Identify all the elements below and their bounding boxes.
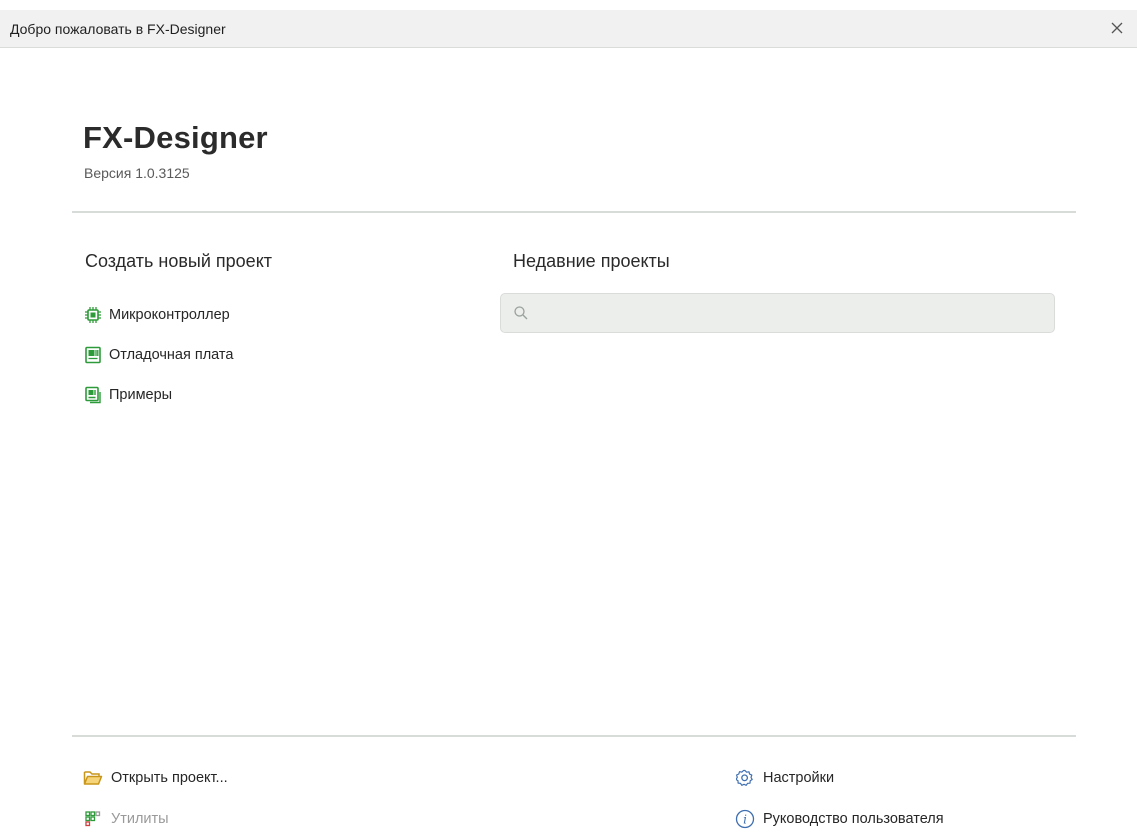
close-icon [1111,22,1123,34]
open-project-label: Открыть проект... [111,770,228,786]
window-title: Добро пожаловать в FX-Designer [10,21,226,37]
app-version: Версия 1.0.3125 [84,165,190,181]
create-dev-board-button[interactable]: Отладочная плата [84,344,233,366]
utilities-icon [83,809,103,829]
window-titlebar: Добро пожаловать в FX-Designer [0,10,1137,48]
user-manual-label: Руководство пользователя [763,811,944,827]
settings-label: Настройки [763,770,835,786]
create-project-title: Создать новый проект [85,251,273,271]
header-divider [72,211,1076,213]
dev-board-label: Отладочная плата [109,347,234,363]
board-icon [84,346,102,364]
open-project-button[interactable]: Открыть проект... [83,767,228,789]
utilities-button[interactable]: Утилиты [83,808,169,830]
svg-text:i: i [743,813,747,827]
recent-projects-search[interactable] [500,293,1055,333]
recent-projects-title: Недавние проекты [513,251,670,271]
settings-button[interactable]: Настройки [735,767,834,789]
examples-label: Примеры [109,387,173,403]
create-microcontroller-button[interactable]: Микроконтроллер [84,304,230,326]
create-examples-button[interactable]: Примеры [84,384,172,406]
close-button[interactable] [1105,16,1129,40]
user-manual-button[interactable]: i Руководство пользователя [735,808,944,830]
chip-icon [84,306,102,324]
search-input[interactable] [537,300,1041,328]
utilities-label: Утилиты [111,811,169,827]
info-icon: i [735,809,755,829]
footer-divider [72,735,1076,737]
folder-open-icon [83,768,103,788]
app-name: FX-Designer [83,120,268,155]
microcontroller-label: Микроконтроллер [109,307,230,323]
search-icon [513,305,529,321]
examples-icon [84,386,102,404]
gear-icon [735,768,755,788]
